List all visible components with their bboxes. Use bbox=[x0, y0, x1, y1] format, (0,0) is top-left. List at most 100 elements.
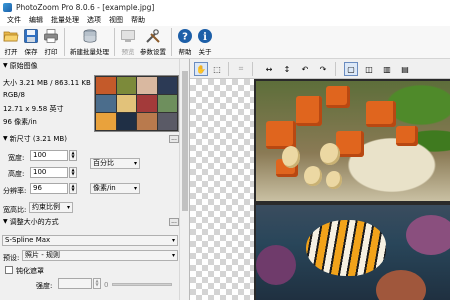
toolbar-separator bbox=[171, 28, 172, 56]
chevron-down-icon: ▾ bbox=[171, 252, 175, 259]
chevron-down-icon: ▾ bbox=[171, 237, 175, 244]
unsharp-mask-checkbox[interactable] bbox=[5, 266, 13, 274]
strength-value: 0 bbox=[104, 281, 109, 289]
new-batch-button[interactable]: 新建批量处理 bbox=[68, 26, 111, 57]
batch-stack-icon bbox=[83, 29, 96, 43]
selection-icon: ⬚ bbox=[213, 64, 221, 74]
about-button[interactable]: i 关于 bbox=[195, 26, 215, 57]
settings-button[interactable]: 参数设置 bbox=[138, 26, 168, 57]
toolbar-separator bbox=[64, 28, 65, 56]
original-resolution: 96 像素/in bbox=[3, 118, 37, 126]
unsharp-mask-label: 钝化遮罩 bbox=[16, 267, 44, 275]
resolution-label: 分辨率: bbox=[3, 187, 27, 195]
preset-select[interactable]: 照片 - 规则 ▾ bbox=[22, 250, 178, 261]
chevron-down-icon: ▾ bbox=[133, 160, 137, 167]
crop-icon: ⌗ bbox=[238, 64, 244, 73]
split-vertical-icon: ◫ bbox=[365, 64, 373, 74]
aspect-ratio-select[interactable]: 约束比例 ▾ bbox=[29, 202, 73, 213]
resize-method-header[interactable]: ▼ 调整大小的方式 bbox=[0, 216, 59, 227]
selection-tool-button[interactable]: ⬚ bbox=[210, 62, 224, 76]
split-columns-view-button[interactable]: ▥ bbox=[380, 62, 394, 76]
size-unit-select[interactable]: 百分比 ▾ bbox=[90, 158, 140, 169]
resolution-unit-select[interactable]: 像素/in ▾ bbox=[90, 183, 140, 194]
hand-icon: ✋ bbox=[196, 64, 206, 74]
new-size-header[interactable]: ▼ 新尺寸 (3.21 MB) bbox=[0, 133, 67, 144]
rotate-left-button[interactable]: ↶ bbox=[298, 62, 312, 76]
menu-help[interactable]: 帮助 bbox=[127, 14, 149, 26]
help-button[interactable]: ? 帮助 bbox=[175, 26, 195, 57]
view-toolbar: ✋ ⬚ ⌗ ↔ ↕ ↶ ↷ ▢ ◫ ▥ ▤ bbox=[190, 59, 450, 79]
save-disk-icon bbox=[24, 29, 38, 43]
food-photo-tile bbox=[256, 81, 450, 201]
view-toolbar-separator bbox=[228, 62, 229, 76]
split-columns-icon: ▥ bbox=[383, 64, 391, 74]
open-folder-icon bbox=[3, 31, 19, 42]
width-label: 宽度: bbox=[8, 154, 25, 162]
resolution-spinner[interactable]: ▲ ▼ bbox=[69, 183, 77, 194]
crop-tool-button[interactable]: ⌗ bbox=[234, 62, 248, 76]
collapse-triangle-icon: ▼ bbox=[3, 218, 8, 225]
open-button[interactable]: 打开 bbox=[1, 26, 21, 57]
menu-file[interactable]: 文件 bbox=[3, 14, 25, 26]
rotate-right-button[interactable]: ↷ bbox=[316, 62, 330, 76]
image-preview bbox=[254, 79, 450, 300]
panel-scrollbar[interactable] bbox=[179, 59, 189, 300]
split-rows-view-button[interactable]: ▤ bbox=[398, 62, 412, 76]
flip-vertical-button[interactable]: ↕ bbox=[280, 62, 294, 76]
original-mode: RGB/8 bbox=[3, 91, 25, 99]
flip-vertical-icon: ↕ bbox=[283, 64, 291, 74]
title-bar: PhotoZoom Pro 8.0.6 - [example.jpg] bbox=[0, 0, 450, 14]
width-input[interactable]: 100 bbox=[30, 150, 68, 161]
height-spinner[interactable]: ▲ ▼ bbox=[69, 167, 77, 178]
original-dimensions: 12.71 x 9.58 英寸 bbox=[3, 105, 64, 113]
preview-button[interactable]: 预览 bbox=[118, 26, 138, 57]
tools-icon bbox=[146, 29, 160, 43]
original-thumbnail bbox=[94, 75, 179, 132]
split-vertical-view-button[interactable]: ◫ bbox=[362, 62, 376, 76]
menu-options[interactable]: 选项 bbox=[83, 14, 105, 26]
new-size-more-button[interactable]: ... bbox=[169, 135, 179, 143]
strength-slider[interactable] bbox=[112, 283, 172, 286]
aspect-ratio-label: 宽高比: bbox=[3, 206, 27, 214]
collapse-triangle-icon: ▼ bbox=[3, 135, 8, 142]
original-image-header[interactable]: ▼ 原始图像 bbox=[0, 60, 38, 71]
hand-tool-button[interactable]: ✋ bbox=[194, 62, 208, 76]
image-canvas[interactable] bbox=[190, 79, 450, 300]
print-button[interactable]: 打印 bbox=[41, 26, 61, 57]
main-toolbar: 打开 保存 打印 新建批量处理 预览 参数设置 ? 帮助 i 关于 bbox=[0, 26, 450, 59]
help-icon: ? bbox=[178, 29, 192, 43]
height-label: 高度: bbox=[8, 170, 25, 178]
app-icon bbox=[3, 2, 12, 12]
resolution-input[interactable]: 96 bbox=[30, 183, 68, 194]
strength-label: 强度: bbox=[36, 282, 53, 290]
menu-view[interactable]: 视图 bbox=[105, 14, 127, 26]
resize-algorithm-select[interactable]: S-Spline Max ▾ bbox=[2, 235, 178, 246]
printer-icon bbox=[44, 29, 58, 43]
svg-text:?: ? bbox=[182, 32, 188, 43]
window-title: PhotoZoom Pro 8.0.6 - [example.jpg] bbox=[16, 2, 155, 12]
toolbar-separator bbox=[114, 28, 115, 56]
preset-label: 预设: bbox=[3, 254, 20, 262]
save-button[interactable]: 保存 bbox=[21, 26, 41, 57]
resize-method-more-button[interactable]: ... bbox=[169, 218, 179, 226]
width-spinner[interactable]: ▲ ▼ bbox=[69, 150, 77, 161]
strength-input[interactable] bbox=[58, 278, 92, 289]
flip-horizontal-icon: ↔ bbox=[265, 64, 273, 74]
view-toolbar-separator bbox=[252, 62, 253, 76]
rotate-left-icon: ↶ bbox=[301, 64, 309, 74]
single-view-button[interactable]: ▢ bbox=[344, 62, 358, 76]
flip-horizontal-button[interactable]: ↔ bbox=[262, 62, 276, 76]
original-size: 大小 3.21 MB / 863.11 KB bbox=[3, 79, 91, 87]
info-icon: i bbox=[198, 29, 212, 43]
scrollbar-thumb[interactable] bbox=[182, 71, 188, 211]
menu-edit[interactable]: 编辑 bbox=[25, 14, 47, 26]
single-view-icon: ▢ bbox=[347, 64, 355, 74]
strength-spinner[interactable]: ▲ ▼ bbox=[93, 278, 101, 289]
chevron-down-icon: ▾ bbox=[66, 204, 70, 211]
collapse-triangle-icon: ▼ bbox=[3, 62, 8, 69]
split-rows-icon: ▤ bbox=[401, 64, 409, 74]
menu-batch[interactable]: 批量处理 bbox=[47, 14, 83, 26]
view-toolbar-separator bbox=[335, 62, 336, 76]
chevron-down-icon: ▾ bbox=[133, 185, 137, 192]
height-input[interactable]: 100 bbox=[30, 167, 68, 178]
